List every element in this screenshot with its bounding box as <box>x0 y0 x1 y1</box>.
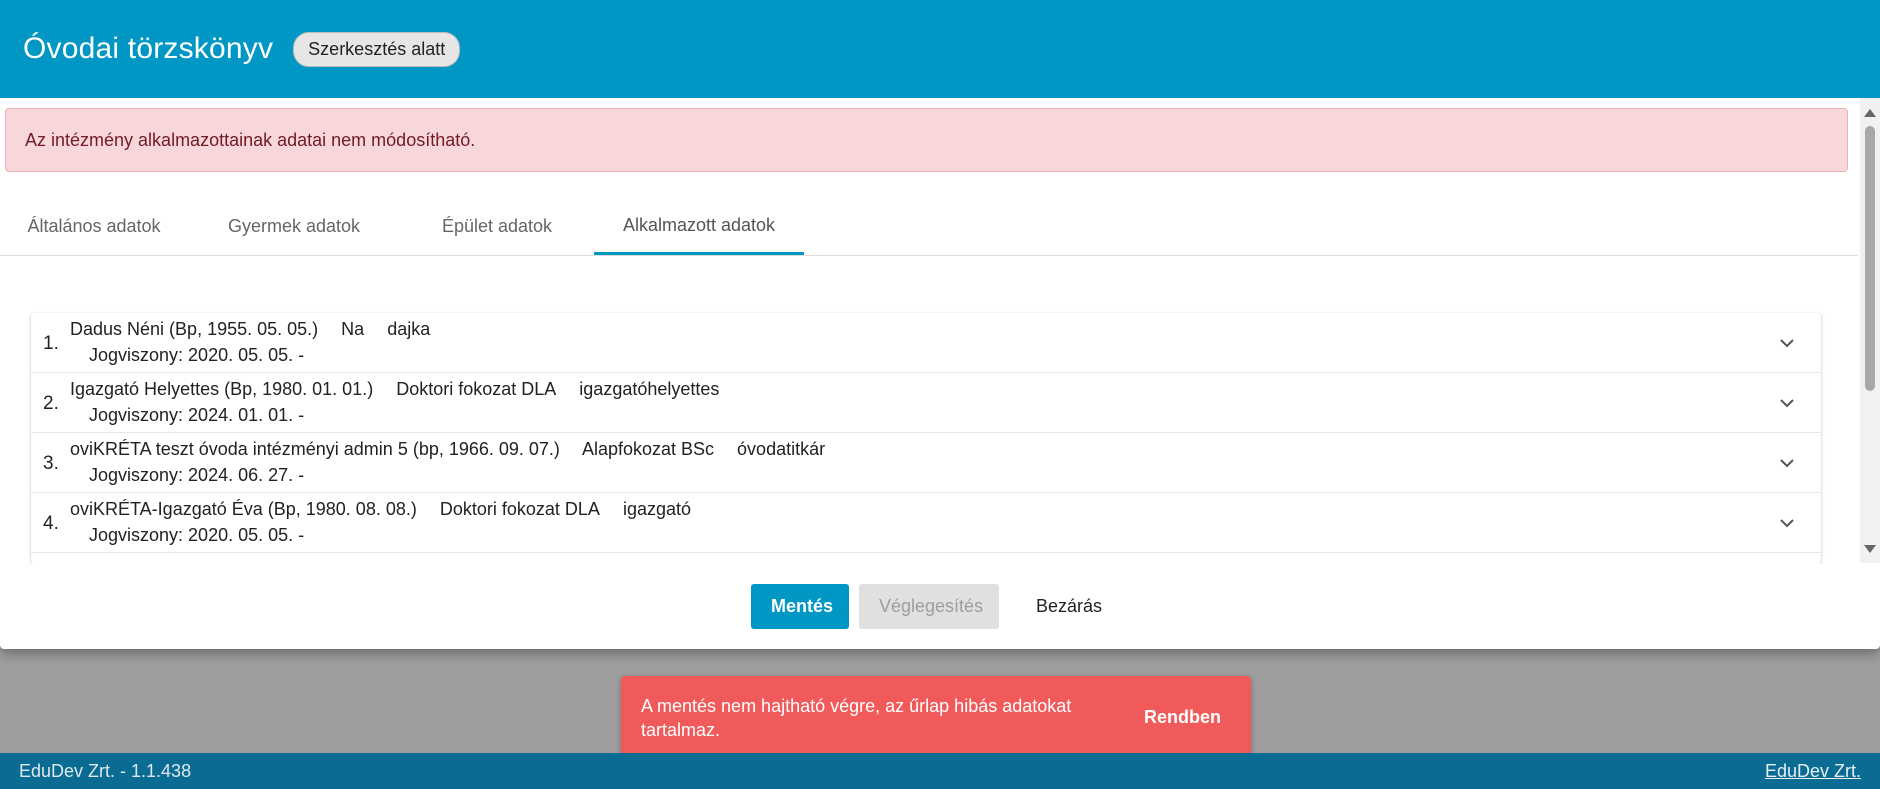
employee-name: oviKRÉTA-Igazgató Éva (Bp, 1980. 08. 08.… <box>70 499 417 519</box>
employment-period: Jogviszony: 2024. 06. 27. - <box>89 465 305 485</box>
tab-employee-data[interactable]: Alkalmazott adatok <box>594 198 804 255</box>
employment-period: Jogviszony: 2020. 05. 05. - <box>89 525 305 545</box>
status-badge: Szerkesztés alatt <box>293 31 461 67</box>
employee-degree: Na <box>341 319 365 339</box>
employee-list: 1. Dadus Néni (Bp, 1955. 05. 05.) Na daj… <box>31 313 1821 563</box>
chevron-down-icon[interactable] <box>1777 513 1797 533</box>
dialog-header: Óvodai törzskönyv Szerkesztés alatt <box>0 0 1880 98</box>
employment-period: Jogviszony: 2020. 05. 05. - <box>89 345 305 365</box>
employee-name: Igazgató Helyettes (Bp, 1980. 01. 01.) <box>70 379 374 399</box>
item-number: 1. <box>43 333 59 354</box>
scroll-up-arrow-icon[interactable] <box>1864 109 1876 117</box>
employee-summary: oviKRÉTA-Igazgató Éva (Bp, 1980. 08. 08.… <box>70 499 709 520</box>
tab-child-data[interactable]: Gyermek adatok <box>188 198 400 255</box>
chevron-down-icon[interactable] <box>1777 333 1797 353</box>
scroll-down-arrow-icon[interactable] <box>1864 545 1876 553</box>
footer-company-link[interactable]: EduDev Zrt. <box>1765 761 1861 782</box>
employee-name: Dadus Néni (Bp, 1955. 05. 05.) <box>70 319 319 339</box>
alert-text: Az intézmény alkalmazottainak adatai nem… <box>25 129 476 150</box>
employee-role: igazgatóhelyettes <box>579 379 720 399</box>
employee-role: óvodatitkár <box>737 439 826 459</box>
save-button[interactable]: Mentés <box>751 583 849 629</box>
employee-degree: Doktori fokozat DLA <box>396 379 557 399</box>
finalize-button[interactable]: Véglegesítés <box>859 583 999 629</box>
employee-name: oviKRÉTA teszt óvoda intézményi admin 5 … <box>70 439 560 459</box>
list-item[interactable]: 1. Dadus Néni (Bp, 1955. 05. 05.) Na daj… <box>31 313 1821 373</box>
error-alert: Az intézmény alkalmazottainak adatai nem… <box>5 108 1848 172</box>
toast-message: A mentés nem hajtható végre, az űrlap hi… <box>641 695 1072 740</box>
page-title: Óvodai törzskönyv <box>23 32 274 65</box>
footer-version: EduDev Zrt. - 1.1.438 <box>19 760 192 781</box>
employee-role: igazgató <box>622 499 692 519</box>
chevron-down-icon[interactable] <box>1777 453 1797 473</box>
scrollbar-thumb[interactable] <box>1865 126 1875 391</box>
close-button[interactable]: Bezárás <box>1009 584 1129 629</box>
page-footer: EduDev Zrt. - 1.1.438 EduDev Zrt. <box>0 753 1880 789</box>
employee-summary: Dadus Néni (Bp, 1955. 05. 05.) Na dajka <box>70 319 448 340</box>
item-number: 4. <box>43 513 59 534</box>
employee-degree: Doktori fokozat DLA <box>439 499 600 519</box>
content-scrollbar[interactable] <box>1860 98 1880 563</box>
list-item-partial[interactable] <box>31 553 1821 563</box>
employee-summary: oviKRÉTA teszt óvoda intézményi admin 5 … <box>70 439 843 460</box>
dialog-actions: Mentés Véglegesítés Bezárás <box>0 563 1880 649</box>
item-number: 2. <box>43 393 59 414</box>
employment-period: Jogviszony: 2024. 01. 01. - <box>89 405 305 425</box>
employee-role: dajka <box>387 319 431 339</box>
employee-degree: Alapfokozat BSc <box>581 439 715 459</box>
list-item[interactable]: 4. oviKRÉTA-Igazgató Éva (Bp, 1980. 08. … <box>31 493 1821 553</box>
error-toast: A mentés nem hajtható végre, az űrlap hi… <box>621 676 1251 759</box>
dialog-content: Az intézmény alkalmazottainak adatai nem… <box>0 98 1858 563</box>
toast-ok-button[interactable]: Rendben <box>1144 707 1231 728</box>
employee-summary: Igazgató Helyettes (Bp, 1980. 01. 01.) D… <box>70 379 737 400</box>
tab-general-data[interactable]: Általános adatok <box>0 198 188 255</box>
list-item[interactable]: 2. Igazgató Helyettes (Bp, 1980. 01. 01.… <box>31 373 1821 433</box>
tab-bar: Általános adatok Gyermek adatok Épület a… <box>0 198 1858 256</box>
chevron-down-icon[interactable] <box>1777 393 1797 413</box>
edit-dialog: Óvodai törzskönyv Szerkesztés alatt Az i… <box>0 0 1880 649</box>
tab-building-data[interactable]: Épület adatok <box>400 198 594 255</box>
list-item[interactable]: 3. oviKRÉTA teszt óvoda intézményi admin… <box>31 433 1821 493</box>
item-number: 3. <box>43 453 59 474</box>
